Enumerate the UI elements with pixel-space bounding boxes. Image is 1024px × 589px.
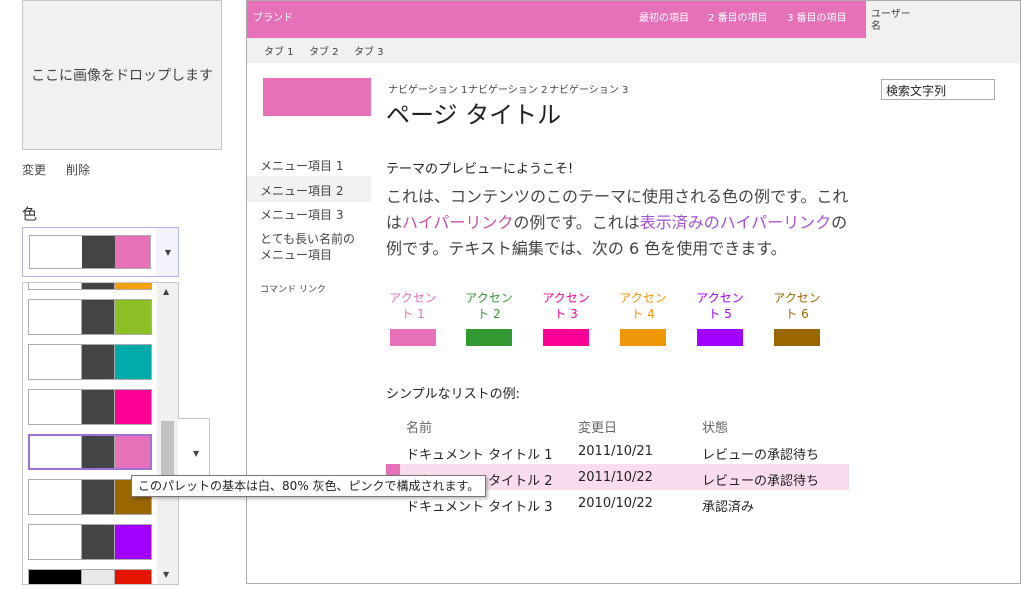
list-header-modified[interactable]: 変更日: [578, 417, 617, 436]
body-paragraph: これは、コンテンツのこのテーマに使用される色の例です。これはハイパーリンクの例で…: [386, 184, 856, 262]
tab-1[interactable]: タブ 1: [264, 43, 294, 58]
chevron-down-icon[interactable]: ▼: [193, 449, 199, 458]
site-logo[interactable]: [263, 78, 371, 116]
change-link[interactable]: 変更: [22, 161, 46, 178]
breadcrumb-item[interactable]: ナビゲーション 3: [549, 81, 628, 96]
visited-hyperlink-sample[interactable]: 表示済みのハイパーリンク: [640, 213, 831, 232]
list-cell-name[interactable]: ドキュメント タイトル 1: [406, 444, 553, 463]
dropzone-label: ここに画像をドロップします: [31, 68, 213, 84]
color-heading: 色: [22, 205, 38, 223]
palette-option[interactable]: [28, 299, 152, 335]
search-input[interactable]: 検索文字列: [881, 79, 995, 100]
palette-option[interactable]: [28, 283, 152, 290]
top-nav-item[interactable]: 最初の項目: [639, 9, 689, 24]
selected-palette-swatch: [29, 235, 151, 269]
palette-option[interactable]: [28, 434, 152, 470]
brand-label[interactable]: ブランド: [253, 9, 293, 24]
image-dropzone[interactable]: ここに画像をドロップします: [22, 0, 222, 150]
menu-item[interactable]: とても長い名前の メニュー項目: [260, 231, 355, 263]
accent-label: アクセン ト 4: [619, 291, 667, 321]
accent-swatch: [697, 329, 743, 346]
list-cell-modified: 2011/10/21: [578, 444, 653, 459]
user-name: ユーザー 名: [871, 9, 911, 32]
list-cell-modified: 2010/10/22: [578, 496, 653, 511]
list-cell-name[interactable]: ドキュメント タイトル 3: [406, 496, 553, 515]
delete-link[interactable]: 削除: [66, 161, 90, 178]
command-link[interactable]: コマンド リンク: [260, 282, 326, 295]
scroll-up-icon[interactable]: ▲: [163, 287, 169, 296]
dropdown-scrollbar[interactable]: ▲ ▼: [157, 283, 178, 584]
top-nav-item[interactable]: 3 番目の項目: [787, 9, 847, 24]
welcome-text: テーマのプレビューにようこそ!: [386, 162, 574, 177]
palette-dropdown-list[interactable]: ▲ ▼: [22, 282, 179, 585]
accent-label: アクセン ト 1: [389, 291, 437, 321]
list-header-name[interactable]: 名前: [406, 417, 432, 436]
accent-swatch: [390, 329, 436, 346]
menu-item[interactable]: メニュー項目 3: [260, 206, 343, 223]
page-title: ページ タイトル: [386, 101, 562, 129]
palette-option[interactable]: [28, 389, 152, 425]
hyperlink-sample[interactable]: ハイパーリンク: [402, 213, 513, 232]
list-cell-status: レビューの承認待ち: [702, 474, 820, 489]
palette-option[interactable]: [28, 569, 152, 584]
menu-item[interactable]: メニュー項目 1: [260, 157, 343, 174]
accent-label: アクセン ト 5: [696, 291, 744, 321]
preview-top-bar: [247, 1, 866, 38]
accent-label: アクセン ト 3: [542, 291, 590, 321]
palette-tooltip: このパレットの基本は白、80% 灰色、ピンクで構成されます。: [131, 475, 487, 497]
list-cell-status: レビューの承認待ち: [702, 448, 820, 463]
tab-2[interactable]: タブ 2: [309, 43, 339, 58]
user-box[interactable]: ユーザー 名: [866, 1, 1020, 38]
list-heading: シンプルなリストの例:: [386, 387, 520, 402]
accent-swatch: [466, 329, 512, 346]
accent-swatch: [620, 329, 666, 346]
list-cell-status: 承認済み: [702, 500, 755, 515]
body-text-part: の例です。これは: [513, 213, 640, 232]
breadcrumb-item[interactable]: ナビゲーション 2: [468, 81, 547, 96]
accent-swatch: [774, 329, 820, 346]
chevron-down-icon[interactable]: ▼: [165, 248, 171, 257]
accent-swatch: [543, 329, 589, 346]
list-cell-modified: 2011/10/22: [578, 470, 653, 485]
top-nav-item[interactable]: 2 番目の項目: [708, 9, 768, 24]
list-header-status[interactable]: 状態: [702, 417, 728, 436]
palette-option[interactable]: [28, 524, 152, 560]
scroll-down-icon[interactable]: ▼: [163, 570, 169, 579]
accent-label: アクセン ト 2: [465, 291, 513, 321]
breadcrumb-item[interactable]: ナビゲーション 1: [388, 81, 467, 96]
tab-3[interactable]: タブ 3: [354, 43, 384, 58]
scrollbar-thumb[interactable]: [161, 421, 174, 476]
accent-label: アクセン ト 6: [773, 291, 821, 321]
color-palette-select[interactable]: ▼: [22, 227, 179, 277]
palette-option[interactable]: [28, 344, 152, 380]
menu-item-selected[interactable]: メニュー項目 2: [260, 182, 343, 199]
